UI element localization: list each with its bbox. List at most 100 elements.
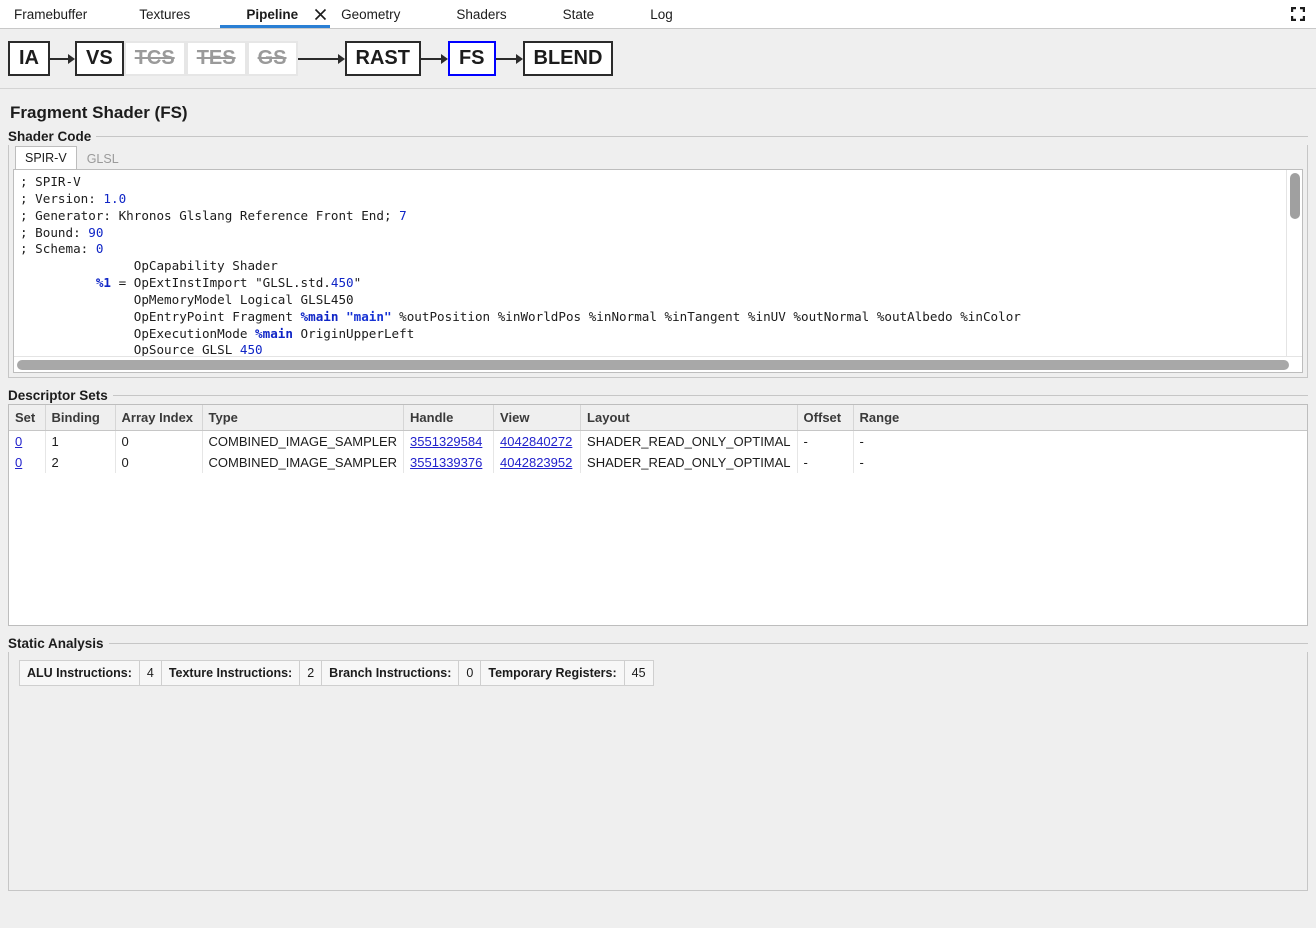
tab-pipeline[interactable]: Pipeline [218,0,304,28]
tab-glsl[interactable]: GLSL [77,147,129,170]
descriptor-sets-group: Descriptor Sets Set Binding Array Index … [8,388,1308,626]
shader-code-view[interactable]: ; SPIR-V ; Version: 1.0 ; Generator: Khr… [13,169,1303,373]
set-link[interactable]: 0 [15,434,22,449]
cell-set[interactable]: 0 [9,452,45,473]
metric-label: Branch Instructions: [322,661,458,685]
tab-shaders[interactable]: Shaders [428,0,534,28]
column-header-handle[interactable]: Handle [404,405,494,431]
code-line: OpSource GLSL 450 [20,342,1286,356]
cell-range: - [853,452,1307,473]
pipeline-stage-strip: IA VS TCS TES GS RAST FS BLEND [0,29,1316,89]
descriptor-sets-header: Descriptor Sets [8,388,1308,403]
table-header-row: Set Binding Array Index Type Handle View… [9,405,1307,431]
metric-label: ALU Instructions: [20,661,139,685]
pipeline-stage-gs[interactable]: GS [247,41,298,75]
column-header-view[interactable]: View [494,405,581,431]
handle-link[interactable]: 3551339376 [410,455,482,470]
tab-label: Log [650,7,673,22]
shader-language-tabs: SPIR-V GLSL [15,145,1303,169]
code-line: ; Schema: 0 [20,241,1286,258]
cell-handle[interactable]: 3551329584 [404,431,494,453]
cell-array-index: 0 [115,452,202,473]
pipeline-stage-ia[interactable]: IA [8,41,50,75]
code-vertical-scrollbar[interactable] [1286,170,1302,356]
pipeline-stage-vs[interactable]: VS [75,41,124,75]
static-analysis-body: ALU Instructions: 4 Texture Instructions… [8,652,1308,891]
tab-framebuffer[interactable]: Framebuffer [0,0,111,28]
set-link[interactable]: 0 [15,455,22,470]
code-horizontal-scrollbar[interactable] [14,356,1302,372]
close-tab-button[interactable] [304,0,331,28]
metric-alu-instructions: ALU Instructions: 4 [20,661,162,685]
stage-label: TES [197,47,236,69]
cell-layout: SHADER_READ_ONLY_OPTIMAL [581,452,798,473]
column-header-offset[interactable]: Offset [797,405,853,431]
column-header-type[interactable]: Type [202,405,404,431]
tab-label: Textures [139,7,190,22]
column-header-binding[interactable]: Binding [45,405,115,431]
tab-label: Geometry [341,7,400,22]
metric-label: Texture Instructions: [162,661,299,685]
metric-value: 0 [458,661,481,685]
cell-array-index: 0 [115,431,202,453]
metric-branch-instructions: Branch Instructions: 0 [322,661,481,685]
cell-view[interactable]: 4042840272 [494,431,581,453]
static-analysis-metrics: ALU Instructions: 4 Texture Instructions… [19,660,654,686]
tab-state[interactable]: State [535,0,623,28]
tab-label: GLSL [87,152,119,166]
code-line: ; Version: 1.0 [20,191,1286,208]
tab-spirv[interactable]: SPIR-V [15,146,77,170]
pipeline-stage-tes[interactable]: TES [186,41,247,75]
cell-binding: 1 [45,431,115,453]
column-header-set[interactable]: Set [9,405,45,431]
tab-label: Framebuffer [14,7,87,22]
tab-log[interactable]: Log [622,0,701,28]
tab-label: SPIR-V [25,151,67,165]
shader-code-text: ; SPIR-V ; Version: 1.0 ; Generator: Khr… [14,170,1286,356]
shader-code-header: Shader Code [8,129,1308,144]
pipeline-arrow [50,58,75,60]
descriptor-sets-table: Set Binding Array Index Type Handle View… [9,405,1307,473]
pipeline-stage-blend[interactable]: BLEND [523,41,614,75]
column-header-layout[interactable]: Layout [581,405,798,431]
view-link[interactable]: 4042840272 [500,434,572,449]
code-vertical-scroll-thumb[interactable] [1290,173,1300,219]
page-title: Fragment Shader (FS) [10,103,1308,123]
metric-temporary-registers: Temporary Registers: 45 [481,661,652,685]
metric-label: Temporary Registers: [481,661,623,685]
descriptor-sets-body: Set Binding Array Index Type Handle View… [8,404,1308,626]
pipeline-arrow [496,58,523,60]
table-row[interactable]: 0 2 0 COMBINED_IMAGE_SAMPLER 3551339376 … [9,452,1307,473]
pipeline-stage-tcs[interactable]: TCS [124,41,186,75]
metric-value: 2 [299,661,322,685]
shader-code-body: SPIR-V GLSL ; SPIR-V ; Version: 1.0 ; Ge… [8,145,1308,378]
cell-handle[interactable]: 3551339376 [404,452,494,473]
table-row[interactable]: 0 1 0 COMBINED_IMAGE_SAMPLER 3551329584 … [9,431,1307,453]
tab-label: State [563,7,595,22]
stage-label: FS [459,47,485,69]
metric-value: 45 [624,661,653,685]
stage-label: VS [86,47,113,69]
column-header-array-index[interactable]: Array Index [115,405,202,431]
cell-view[interactable]: 4042823952 [494,452,581,473]
pipeline-stage-fs[interactable]: FS [448,41,496,75]
tab-textures[interactable]: Textures [111,0,218,28]
code-line: OpExecutionMode %main OriginUpperLeft [20,326,1286,343]
cell-type: COMBINED_IMAGE_SAMPLER [202,452,404,473]
divider [109,643,1308,644]
handle-link[interactable]: 3551329584 [410,434,482,449]
main-tab-bar: Framebuffer Textures Pipeline Geometry S… [0,0,1316,29]
static-analysis-title: Static Analysis [8,636,104,651]
pipeline-stage-rast[interactable]: RAST [345,41,421,75]
tab-geometry[interactable]: Geometry [331,0,428,28]
cell-layout: SHADER_READ_ONLY_OPTIMAL [581,431,798,453]
divider [96,136,1308,137]
view-link[interactable]: 4042823952 [500,455,572,470]
code-line: ; SPIR-V [20,174,1286,191]
cell-set[interactable]: 0 [9,431,45,453]
code-horizontal-scroll-thumb[interactable] [17,360,1289,370]
stage-label: TCS [135,47,175,69]
pipeline-arrow [298,58,345,60]
fullscreen-expand-icon[interactable] [1288,4,1308,24]
column-header-range[interactable]: Range [853,405,1307,431]
